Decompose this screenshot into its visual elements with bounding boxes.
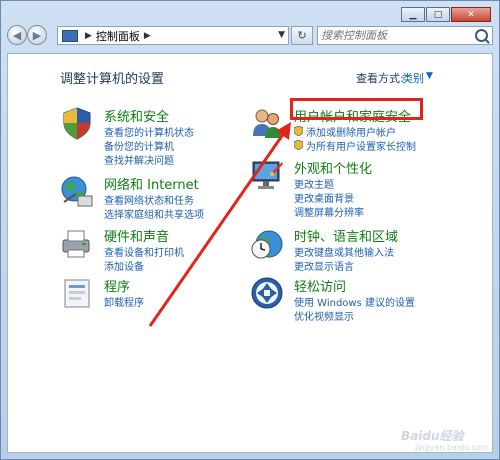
link-devices-printers[interactable]: 查看设备和打印机 xyxy=(104,244,184,259)
uac-shield-icon xyxy=(294,140,303,150)
category-title-hardware[interactable]: 硬件和声音 xyxy=(104,226,169,245)
link-add-remove-accounts[interactable]: 添加或删除用户帐户 xyxy=(306,124,396,139)
chevron-down-icon[interactable]: ▼ xyxy=(426,71,433,81)
window-controls: ▁ □ ✕ xyxy=(400,7,491,22)
forward-button[interactable]: ▶ xyxy=(27,25,47,45)
link-homegroup-sharing[interactable]: 选择家庭组和共享选项 xyxy=(104,206,204,221)
link-find-fix-problems[interactable]: 查找并解决问题 xyxy=(104,152,174,167)
back-arrow-icon: ◀ xyxy=(12,28,22,42)
close-icon: ✕ xyxy=(467,9,475,20)
maximize-button[interactable]: □ xyxy=(426,7,450,22)
refresh-button[interactable]: ↻ xyxy=(291,26,313,45)
highlight-box xyxy=(290,98,423,120)
link-screen-resolution[interactable]: 调整屏幕分辨率 xyxy=(294,204,364,219)
link-change-theme[interactable]: 更改主题 xyxy=(294,176,334,191)
navigation-bar: ◀ ▶ ▶ 控制面板 ▶ ▼ ↻ xyxy=(7,25,495,47)
minimize-icon: ▁ xyxy=(409,9,417,20)
link-keyboard-input[interactable]: 更改键盘或其他输入法 xyxy=(294,244,394,259)
forward-arrow-icon: ▶ xyxy=(32,28,42,42)
programs-icon[interactable] xyxy=(60,276,94,310)
back-button[interactable]: ◀ xyxy=(7,25,27,45)
close-button[interactable]: ✕ xyxy=(451,7,491,22)
link-display-language[interactable]: 更改显示语言 xyxy=(294,258,354,273)
page-title: 调整计算机的设置 xyxy=(60,72,165,87)
control-panel-icon xyxy=(62,29,78,42)
link-network-status[interactable]: 查看网络状态和任务 xyxy=(104,192,194,207)
link-recommended-settings[interactable]: 使用 Windows 建议的设置 xyxy=(294,294,415,309)
address-bar[interactable]: ▶ 控制面板 ▶ ▼ xyxy=(57,26,289,45)
refresh-icon: ↻ xyxy=(297,29,307,42)
clock-globe-icon[interactable] xyxy=(250,226,284,260)
watermark-site: jingyan.baidu.com xyxy=(415,443,489,452)
breadcrumb-chevron-icon[interactable]: ▶ xyxy=(144,31,151,41)
breadcrumb-control-panel[interactable]: 控制面板 xyxy=(96,28,140,44)
breadcrumb-chevron-icon[interactable]: ▶ xyxy=(85,31,92,41)
watermark: Baidu经验 jingyan.baidu.com xyxy=(401,427,493,455)
uac-shield-icon xyxy=(294,126,303,136)
link-parental-controls[interactable]: 为所有用户设置家长控制 xyxy=(306,138,416,153)
address-dropdown-icon[interactable]: ▼ xyxy=(278,30,285,40)
ease-of-access-icon[interactable] xyxy=(250,276,284,310)
link-optimize-display[interactable]: 优化视频显示 xyxy=(294,308,354,323)
search-input[interactable] xyxy=(321,28,471,43)
link-backup-computer[interactable]: 备份您的计算机 xyxy=(104,138,174,153)
link-view-computer-status[interactable]: 查看您的计算机状态 xyxy=(104,124,194,139)
link-uninstall-program[interactable]: 卸载程序 xyxy=(104,294,144,309)
search-icon[interactable] xyxy=(475,29,488,42)
category-title-clock[interactable]: 时钟、语言和区域 xyxy=(294,226,398,245)
link-add-device[interactable]: 添加设备 xyxy=(104,258,144,273)
category-title-access[interactable]: 轻松访问 xyxy=(294,276,346,295)
category-title-appearance[interactable]: 外观和个性化 xyxy=(294,158,372,177)
users-icon[interactable] xyxy=(250,106,284,140)
maximize-icon: □ xyxy=(433,9,443,20)
category-title-programs[interactable]: 程序 xyxy=(104,276,130,295)
monitor-paint-icon[interactable] xyxy=(250,158,284,192)
category-title-security[interactable]: 系统和安全 xyxy=(104,106,169,125)
shield-icon[interactable] xyxy=(60,106,94,140)
content-pane: 调整计算机的设置 查看方式: 类别 ▼ 系统和安全 查看您的计算机状态 备份您的… xyxy=(7,53,493,453)
minimize-button[interactable]: ▁ xyxy=(401,7,425,22)
globe-network-icon[interactable] xyxy=(60,174,94,208)
view-by-dropdown[interactable]: 类别 xyxy=(402,70,424,86)
printer-icon[interactable] xyxy=(60,226,94,260)
view-by-label: 查看方式: xyxy=(356,72,404,85)
control-panel-window: ▁ □ ✕ ◀ ▶ ▶ 控制面板 ▶ ▼ ↻ 调整计算机的设置 查看方式: 类别… xyxy=(0,0,500,460)
watermark-brand: Baidu经验 xyxy=(401,429,464,443)
search-box[interactable] xyxy=(317,26,493,45)
category-title-network[interactable]: 网络和 Internet xyxy=(104,174,199,193)
link-desktop-background[interactable]: 更改桌面背景 xyxy=(294,190,354,205)
